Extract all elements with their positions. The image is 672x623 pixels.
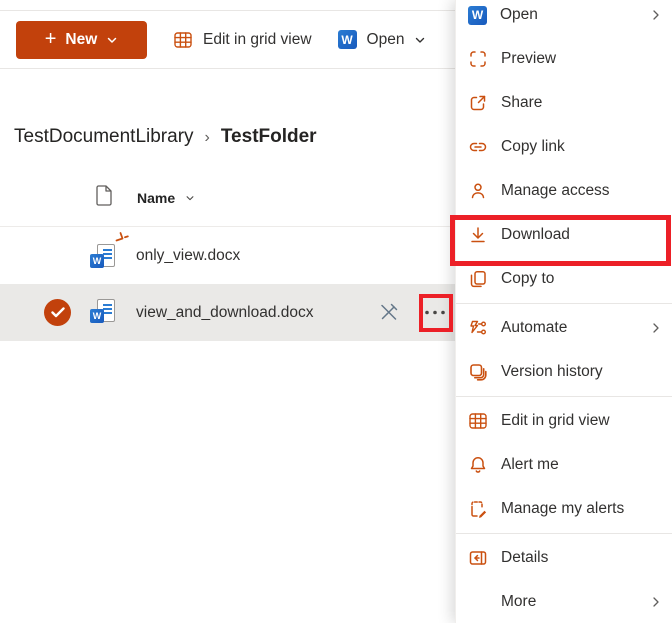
breadcrumb: TestDocumentLibrary › TestFolder (14, 126, 317, 148)
pin-slash-icon (378, 301, 400, 323)
new-item-badge-icon (114, 230, 130, 244)
menu-item-download[interactable]: Download (456, 213, 672, 257)
chevron-right-icon (650, 596, 662, 608)
menu-item-edit-in-grid-view[interactable]: Edit in grid view (456, 399, 672, 443)
copy-icon (468, 269, 488, 289)
chevron-down-icon (106, 34, 118, 46)
plus-icon: + (44, 27, 57, 50)
file-row-selected[interactable]: W view_and_download.docx (0, 284, 456, 341)
command-bar: + New Edit in grid view W Open (0, 10, 456, 69)
menu-item-more[interactable]: More (456, 580, 672, 623)
file-name[interactable]: view_and_download.docx (136, 304, 314, 322)
grid-icon (468, 411, 488, 431)
bell-icon (468, 455, 488, 475)
name-column-header[interactable]: Name (137, 190, 195, 206)
chevron-down-icon (185, 193, 195, 203)
open-button-label: Open (366, 30, 405, 48)
alerts-icon (468, 499, 488, 519)
chevron-right-icon (650, 322, 662, 334)
menu-item-preview[interactable]: Preview (456, 37, 672, 81)
file-type-column-icon (95, 185, 113, 206)
menu-item-alert-me[interactable]: Alert me (456, 443, 672, 487)
menu-divider (456, 533, 672, 534)
menu-item-details[interactable]: Details (456, 536, 672, 580)
menu-item-copy-link[interactable]: Copy link (456, 125, 672, 169)
menu-item-share[interactable]: Share (456, 81, 672, 125)
menu-item-version-history[interactable]: Version history (456, 350, 672, 394)
menu-item-manage-access[interactable]: Manage access (456, 169, 672, 213)
details-icon (468, 548, 488, 568)
context-menu: W Open Preview Share Copy link Manage ac… (455, 0, 672, 623)
menu-item-automate[interactable]: Automate (456, 306, 672, 350)
edit-in-grid-view-button[interactable]: Edit in grid view (173, 30, 312, 50)
file-name[interactable]: only_view.docx (136, 247, 240, 265)
more-actions-ellipsis-button[interactable] (423, 308, 447, 317)
menu-item-open[interactable]: W Open (456, 0, 672, 37)
word-document-icon: W (90, 244, 115, 269)
selected-check-icon[interactable] (44, 299, 71, 326)
menu-item-manage-my-alerts[interactable]: Manage my alerts (456, 487, 672, 531)
word-logo-icon: W (337, 30, 357, 49)
menu-item-copy-to[interactable]: Copy to (456, 257, 672, 301)
preview-icon (468, 49, 488, 69)
breadcrumb-separator: › (204, 128, 210, 146)
link-icon (468, 137, 488, 157)
breadcrumb-current-folder: TestFolder (220, 126, 317, 147)
edit-in-grid-view-label: Edit in grid view (203, 30, 312, 48)
word-document-icon: W (90, 299, 115, 324)
person-icon (468, 181, 488, 201)
menu-divider (456, 303, 672, 304)
chevron-right-icon (650, 9, 662, 21)
download-icon (468, 225, 488, 245)
grid-icon (173, 30, 193, 50)
share-icon (468, 93, 488, 113)
file-row[interactable]: W only_view.docx (0, 228, 456, 284)
breadcrumb-library-link[interactable]: TestDocumentLibrary (14, 126, 194, 148)
word-logo-icon: W (468, 5, 487, 25)
chevron-down-icon (414, 34, 426, 46)
menu-divider (456, 396, 672, 397)
open-button[interactable]: W Open (337, 30, 427, 49)
history-icon (468, 362, 488, 382)
automate-icon (468, 318, 488, 338)
column-header-row: Name (0, 183, 456, 227)
sharepoint-library-page: + New Edit in grid view W Open TestDocum… (0, 0, 672, 623)
new-button[interactable]: + New (16, 20, 147, 59)
new-button-label: New (65, 30, 98, 48)
